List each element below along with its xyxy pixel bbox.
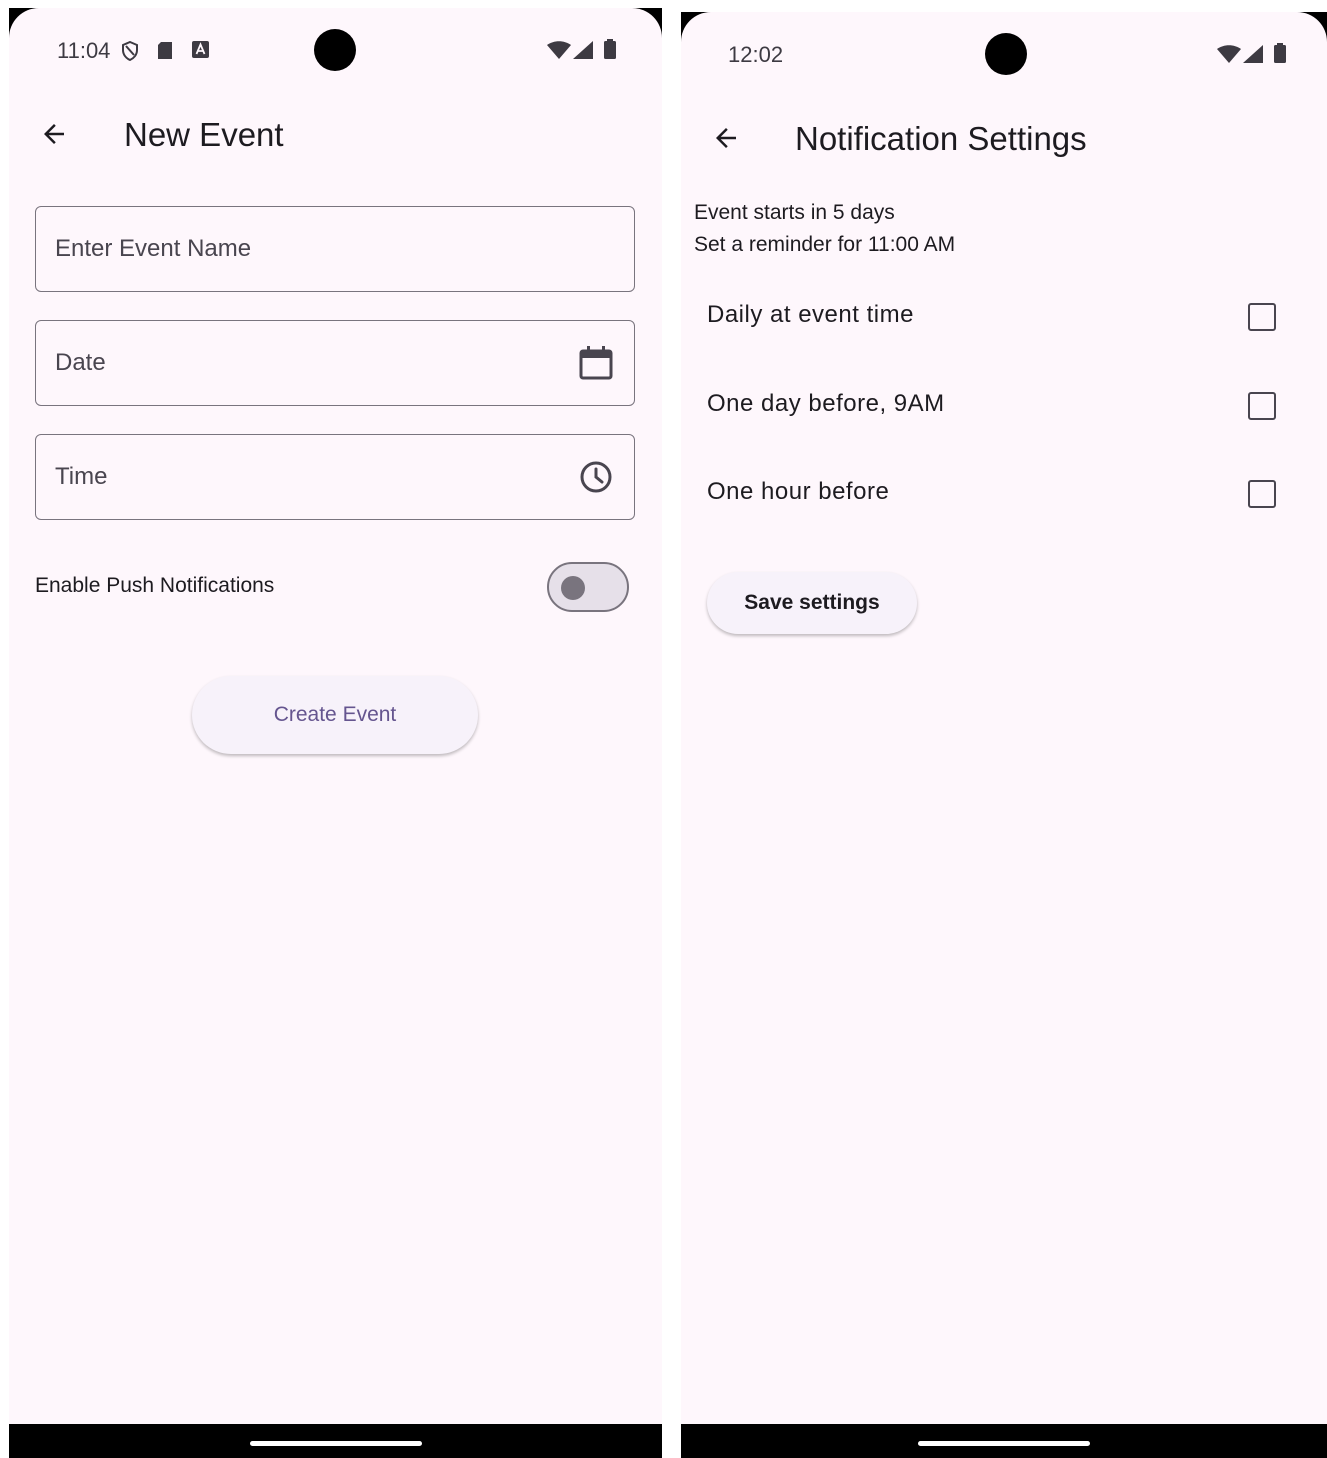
event-name-field[interactable]: Enter Event Name	[35, 206, 635, 292]
option-label: Daily at event time	[707, 301, 914, 328]
status-bar: 12:02	[681, 12, 1327, 92]
create-event-label: Create Event	[273, 703, 397, 726]
wifi-icon	[1217, 45, 1241, 68]
option-daily-at-event-time[interactable]: Daily at event time	[681, 278, 1327, 358]
clock-icon[interactable]	[578, 459, 614, 495]
arrow-back-icon	[711, 123, 741, 158]
time-field[interactable]: Time	[35, 434, 635, 520]
notification-settings-screen: 12:02 Notification Settings Event starts…	[681, 12, 1327, 1424]
autofill-a-icon	[192, 41, 209, 63]
event-name-placeholder: Enter Event Name	[55, 235, 252, 262]
gesture-bar	[249, 1441, 422, 1446]
phone-frame-notification-settings: 12:02 Notification Settings Event starts…	[681, 12, 1327, 1458]
status-time: 12:02	[728, 42, 784, 67]
back-button[interactable]	[30, 112, 78, 160]
phone-frame-new-event: 11:04 New Event Enter Event Name Date Ti…	[9, 8, 662, 1458]
top-app-bar: Notification Settings	[681, 102, 1327, 172]
cell-signal-icon	[573, 41, 593, 64]
create-event-button[interactable]: Create Event	[192, 676, 478, 754]
save-settings-label: Save settings	[744, 591, 880, 614]
page-title: Notification Settings	[795, 120, 1087, 157]
sd-card-icon	[157, 41, 173, 65]
switch-thumb	[561, 576, 585, 600]
status-bar: 11:04	[9, 8, 662, 88]
event-starts-text: Event starts in 5 days	[694, 201, 895, 224]
option-label: One hour before	[707, 478, 890, 505]
option-label: One day before, 9AM	[707, 390, 945, 417]
status-time: 11:04	[57, 38, 111, 63]
push-notifications-label: Enable Push Notifications	[35, 574, 275, 597]
new-event-screen: 11:04 New Event Enter Event Name Date Ti…	[9, 8, 662, 1424]
back-button[interactable]	[702, 116, 750, 164]
battery-icon	[604, 39, 616, 64]
reminder-time-text: Set a reminder for 11:00 AM	[694, 233, 956, 256]
calendar-icon[interactable]	[578, 345, 614, 381]
date-field-label: Date	[55, 349, 106, 376]
date-field[interactable]: Date	[35, 320, 635, 406]
option-one-hour-before[interactable]: One hour before	[681, 455, 1327, 535]
arrow-back-icon	[39, 119, 69, 154]
cell-signal-icon	[1243, 45, 1263, 68]
checkbox[interactable]	[1248, 480, 1276, 508]
checkbox[interactable]	[1248, 303, 1276, 331]
camera-cutout	[314, 29, 356, 71]
option-one-day-before[interactable]: One day before, 9AM	[681, 367, 1327, 447]
battery-icon	[1274, 43, 1286, 68]
shield-icon	[121, 40, 139, 66]
camera-cutout	[985, 33, 1027, 75]
gesture-bar	[918, 1441, 1090, 1446]
page-title: New Event	[124, 116, 284, 153]
save-settings-button[interactable]: Save settings	[707, 572, 917, 634]
top-app-bar: New Event	[9, 98, 662, 168]
wifi-icon	[547, 41, 571, 64]
push-notifications-switch[interactable]	[547, 562, 629, 612]
time-field-label: Time	[55, 463, 108, 490]
checkbox[interactable]	[1248, 392, 1276, 420]
